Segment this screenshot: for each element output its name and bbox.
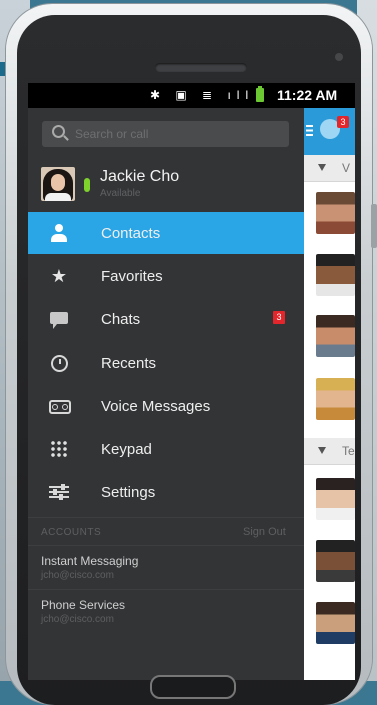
keypad-icon: [48, 438, 70, 460]
search-input[interactable]: Search or call: [42, 121, 289, 147]
group-label: Te: [342, 444, 355, 458]
menu-item-keypad[interactable]: Keypad: [28, 428, 304, 471]
contact-group-header[interactable]: Te: [304, 438, 355, 465]
menu-item-contacts[interactable]: Contacts: [28, 212, 304, 254]
contacts-panel: 3 V Te: [304, 108, 355, 680]
menu-item-label: Settings: [101, 484, 156, 502]
sign-out-button[interactable]: Sign Out: [243, 526, 286, 538]
contacts-icon: [48, 222, 70, 244]
chevron-down-icon: [318, 164, 326, 171]
phone-camera: [335, 53, 343, 61]
menu-item-label: Favorites: [101, 268, 163, 285]
chats-badge: 3: [273, 311, 285, 325]
side-button: [371, 204, 377, 248]
star-icon: ★: [50, 266, 68, 286]
menu-item-label: Voice Messages: [101, 397, 211, 415]
menu-item-label: Chats: [101, 311, 141, 329]
home-button[interactable]: [150, 675, 236, 699]
contact-avatar[interactable]: [316, 315, 355, 357]
account-name: Instant Messaging: [41, 554, 139, 568]
contact-avatar[interactable]: [316, 602, 355, 644]
phone-screen: ✱ ▣ ≣ ıll 11:22 AM Search or call Jackie…: [28, 83, 355, 680]
contact-avatar[interactable]: [316, 378, 355, 420]
menu-item-settings[interactable]: Settings: [28, 471, 304, 514]
menu-item-label: Contacts: [101, 225, 161, 242]
notification-badge: 3: [337, 116, 349, 128]
contact-group-header[interactable]: V: [304, 155, 355, 182]
menu-item-recents[interactable]: Recents: [28, 342, 304, 385]
voicemail-icon: [48, 395, 71, 417]
account-item-phone-services[interactable]: Phone Services jcho@cisco.com: [28, 589, 304, 634]
user-profile[interactable]: Jackie Cho Available: [28, 158, 304, 210]
contact-avatar[interactable]: [316, 478, 355, 520]
account-name: Phone Services: [41, 598, 126, 612]
status-bar: ✱ ▣ ≣ ıll 11:22 AM: [28, 83, 355, 108]
profile-status: Available: [100, 188, 141, 199]
search-placeholder: Search or call: [75, 127, 149, 141]
menu-item-label: Recents: [101, 354, 157, 372]
status-time: 11:22 AM: [277, 87, 338, 103]
account-email: jcho@cisco.com: [41, 614, 114, 625]
recents-icon: [48, 352, 70, 374]
contacts-header: 3: [304, 108, 355, 155]
drawer-menu: Contacts ★ Favorites Chats 3 Recents Voi…: [28, 212, 304, 515]
presence-indicator: [84, 178, 90, 192]
status-icons: ✱ ▣ ≣ ıll: [150, 88, 255, 102]
chat-icon: [48, 308, 70, 330]
phone-speaker: [155, 63, 247, 72]
menu-item-favorites[interactable]: ★ Favorites: [28, 255, 304, 298]
menu-item-voice-messages[interactable]: Voice Messages: [28, 385, 304, 428]
contact-avatar[interactable]: [316, 254, 355, 296]
group-label: V: [342, 161, 351, 175]
accounts-header: ACCOUNTS Sign Out: [28, 517, 304, 546]
navigation-drawer: Search or call Jackie Cho Available Cont…: [28, 108, 304, 680]
chevron-down-icon: [318, 447, 326, 454]
contact-avatar[interactable]: [316, 540, 355, 582]
search-icon: [52, 125, 65, 138]
avatar: [41, 167, 75, 201]
menu-item-chats[interactable]: Chats 3: [28, 298, 304, 341]
menu-item-label: Keypad: [101, 441, 152, 459]
settings-icon: [48, 481, 70, 503]
profile-name: Jackie Cho: [100, 168, 180, 185]
account-email: jcho@cisco.com: [41, 570, 114, 581]
accounts-title: ACCOUNTS: [41, 527, 102, 538]
menu-icon[interactable]: [306, 125, 313, 136]
battery-icon: [256, 86, 264, 102]
account-item-instant-messaging[interactable]: Instant Messaging jcho@cisco.com: [28, 545, 304, 590]
contact-avatar[interactable]: [316, 192, 355, 234]
